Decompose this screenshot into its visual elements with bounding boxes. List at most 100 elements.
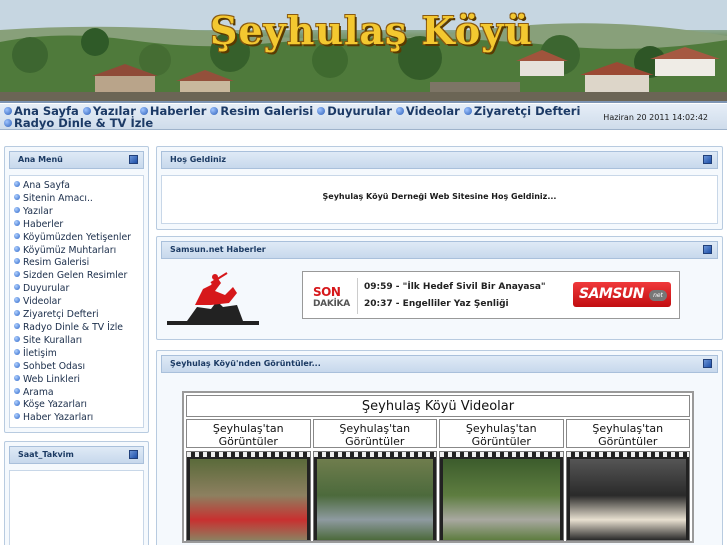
news-panel: Samsun.net Haberler SON DAKİKA 09:59 - "… [156,236,723,340]
news-item[interactable]: 09:59 - "İlk Hedef Sivil Bir Anayasa" [364,282,546,292]
bullet-icon [14,297,20,304]
nav-link[interactable]: Duyurular [317,104,392,118]
logo-suffix: net [649,290,667,301]
videos-panel-title: Şeyhulaş Köyü'nden Görüntüler... [170,359,321,368]
samsun-statue-logo[interactable] [167,271,259,327]
son-label: SON [313,285,341,299]
bullet-icon [14,181,20,187]
video-thumbnail[interactable] [312,451,437,541]
expand-icon[interactable] [129,450,138,459]
video-column: Şeyhulaş'tan Görüntüler [312,419,437,541]
menu-item[interactable]: Duyurular [14,283,143,296]
nav-links: Ana Sayfa Yazılar Haberler Resim Galeris… [4,105,602,129]
bullet-icon [14,271,20,278]
bullet-icon [14,413,20,420]
video-column: Şeyhulaş'tan Görüntüler [439,419,564,541]
menu-item[interactable]: Haber Yazarları [14,412,143,425]
video-thumbnail[interactable] [565,451,690,541]
bullet-icon [14,258,20,265]
video-caption[interactable]: Şeyhulaş'tan Görüntüler [439,419,564,448]
bullet-icon [4,119,12,127]
menu-item[interactable]: Web Linkleri [14,374,143,387]
video-still [190,459,307,540]
film-strip [440,452,563,457]
top-navigation: Ana Sayfa Yazılar Haberler Resim Galeris… [0,104,727,130]
ticker-divider [357,278,358,314]
nav-link[interactable]: Ziyaretçi Defteri [463,104,580,118]
clock-panel-body [9,470,144,545]
video-thumbnail[interactable] [186,451,311,541]
menu-item[interactable]: Sitenin Amacı.. [14,193,143,206]
video-column: Şeyhulaş'tan Görüntüler [565,419,690,541]
menu-item[interactable]: Sohbet Odası [14,361,143,374]
bullet-icon [14,193,20,200]
video-caption[interactable]: Şeyhulaş'tan Görüntüler [565,419,690,448]
videos-panel: Şeyhulaş Köyü'nden Görüntüler... Şeyhula… [156,350,723,545]
bullet-icon [14,232,20,239]
video-caption[interactable]: Şeyhulaş'tan Görüntüler [312,419,437,448]
news-item[interactable]: 20:37 - Engelliler Yaz Şenliği [364,299,509,309]
video-still [316,459,433,540]
menu-item[interactable]: İletişim [14,348,143,361]
video-thumbnail[interactable] [439,451,564,541]
main-menu-header: Ana Menü [9,151,144,169]
clock-panel-header: Saat_Takvim [9,446,144,464]
bullet-icon [14,374,20,381]
expand-icon[interactable] [703,245,712,254]
nav-link[interactable]: Resim Galerisi [210,104,313,118]
nav-link[interactable]: Radyo Dinle & TV İzle [4,116,153,130]
menu-item[interactable]: Sizden Gelen Resimler [14,270,143,283]
dakika-label: DAKİKA [313,299,350,309]
news-title: Samsun.net Haberler [170,245,266,254]
video-column: Şeyhulaş'tan Görüntüler [186,419,311,541]
bullet-icon [14,387,20,394]
menu-item[interactable]: Köyümüzden Yetişenler [14,232,143,245]
welcome-header: Hoş Geldiniz [161,151,718,169]
main-menu-body: Ana Sayfa Sitenin Amacı.. Yazılar Haberler K… [9,175,144,428]
main-menu-list: Ana Sayfa Sitenin Amacı.. Yazılar Haberler K… [10,176,143,425]
video-table: Şeyhulaş Köyü Videolar Şeyhulaş'tan Görün… [182,391,694,543]
menu-item[interactable]: Ziyaretçi Defteri [14,309,143,322]
menu-item[interactable]: Arama [14,387,143,400]
nav-link[interactable]: Videolar [395,104,460,118]
expand-icon[interactable] [129,155,138,164]
news-header: Samsun.net Haberler [161,241,718,259]
menu-item[interactable]: Radyo Dinle & TV İzle [14,322,143,335]
bullet-icon [14,348,20,355]
clock-calendar-panel: Saat_Takvim [4,441,149,545]
current-date-time: Haziran 20 2011 14:02:42 [603,113,708,122]
menu-item[interactable]: Köyümüz Muhtarları [14,245,143,258]
menu-item[interactable]: Yazılar [14,206,143,219]
site-title: Şeyhulaş Köyü [210,8,533,53]
menu-item[interactable]: Köşe Yazarları [14,399,143,412]
breaking-news-ticker[interactable]: SON DAKİKA 09:59 - "İlk Hedef Sivil Bir … [302,271,680,319]
welcome-message: Şeyhulaş Köyü Derneği Web Sitesine Hoş G… [322,192,557,201]
bullet-icon [4,107,12,115]
bullet-icon [14,310,20,317]
menu-item[interactable]: Haberler [14,219,143,232]
video-caption[interactable]: Şeyhulaş'tan Görüntüler [186,419,311,448]
bullet-icon [139,107,148,115]
bullet-icon [317,107,326,115]
menu-item[interactable]: Ana Sayfa [14,180,143,193]
video-columns: Şeyhulaş'tan Görüntüler Şeyhulaş'tan Görünt… [186,419,690,541]
samsun-net-logo[interactable]: SAMSUN net [573,282,671,307]
menu-item[interactable]: Site Kuralları [14,335,143,348]
film-strip [313,452,436,457]
expand-icon[interactable] [703,359,712,368]
bullet-icon [14,361,20,368]
welcome-title: Hoş Geldiniz [170,155,227,164]
menu-item[interactable]: Resim Galerisi [14,257,143,270]
film-strip [187,452,310,457]
videos-header: Şeyhulaş Köyü'nden Görüntüler... [161,355,718,373]
bullet-icon [14,400,20,407]
bullet-icon [395,107,404,115]
bullet-icon [463,107,472,115]
bullet-icon [14,335,20,342]
expand-icon[interactable] [703,155,712,164]
clock-panel-title: Saat_Takvim [18,450,74,459]
welcome-body: Şeyhulaş Köyü Derneği Web Sitesine Hoş G… [161,175,718,224]
bullet-icon [14,322,20,329]
menu-item[interactable]: Videolar [14,296,143,309]
film-strip [566,452,689,457]
